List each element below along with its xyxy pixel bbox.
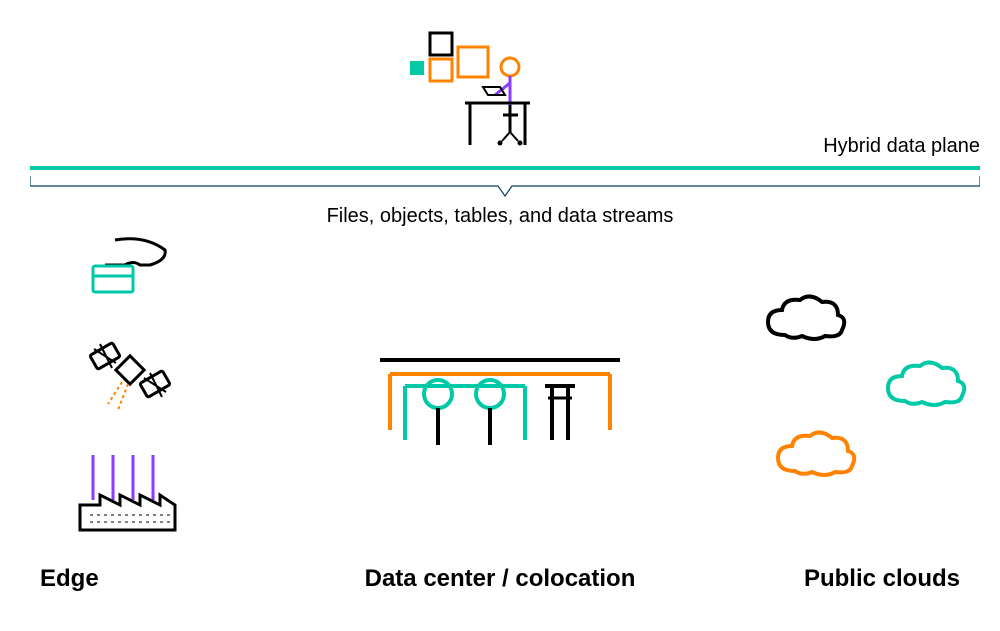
datacenter-icon xyxy=(370,350,630,460)
brace-bracket xyxy=(30,176,980,198)
hybrid-data-plane-label: Hybrid data plane xyxy=(823,135,980,158)
edge-column xyxy=(30,230,230,540)
hand-card-icon xyxy=(85,230,175,300)
cloud-teal-icon xyxy=(880,356,970,416)
datacenter-column xyxy=(360,350,640,460)
satellite-icon xyxy=(80,330,180,420)
cloud-black-icon xyxy=(760,290,850,350)
user-workstation-icon xyxy=(410,15,570,155)
factory-icon xyxy=(75,450,185,540)
data-plane-line xyxy=(30,166,980,170)
cloud-orange-icon xyxy=(770,426,860,486)
public-clouds-label: Public clouds xyxy=(804,565,960,593)
hybrid-data-plane-diagram: Hybrid data plane Files, objects, tables… xyxy=(0,0,1000,631)
data-types-label: Files, objects, tables, and data streams xyxy=(0,205,1000,228)
clouds-column xyxy=(750,290,970,486)
